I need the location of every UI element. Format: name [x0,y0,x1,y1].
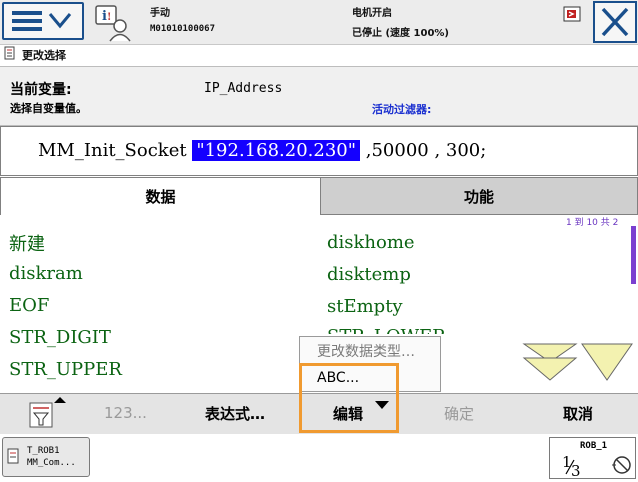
variable-info-panel [0,66,638,126]
list-item[interactable]: stEmpty [327,296,403,317]
filter-button[interactable] [24,395,74,431]
list-item[interactable]: STR_UPPER [9,359,122,380]
tab-functions[interactable]: 功能 [320,177,638,215]
main-menu-button[interactable] [2,2,84,40]
numeric-input-button[interactable]: 123... [104,404,147,422]
ok-button[interactable]: 确定 [444,403,474,424]
edit-highlight-frame [299,363,399,433]
scroll-down-button[interactable] [580,342,634,382]
selected-argument[interactable]: "192.168.20.230" [192,140,361,161]
status-flag-icon[interactable] [563,6,581,22]
hamburger-menu-icon [12,11,72,31]
user-info-icon[interactable]: i ! [94,4,136,42]
cancel-button[interactable]: 取消 [563,403,593,424]
expression-prefix: MM_Init_Socket [38,140,193,161]
program-icon [7,448,19,464]
controller-id: M01010100067 [150,24,216,34]
tab-functions-label: 功能 [463,188,494,206]
expression-line[interactable]: MM_Init_Socket "192.168.20.230" ,50000 ,… [38,140,486,161]
page-down-button[interactable] [522,342,578,382]
list-item[interactable]: STR_DIGIT [9,327,111,348]
change-selection-icon [4,46,18,62]
chevron-down-icon [581,343,633,381]
mode-label: 手动 [150,8,170,19]
fraction-slash-icon [565,459,575,475]
list-item[interactable]: 新建 [9,230,45,256]
taskbar [0,434,638,482]
robot-name: ROB_1 [580,441,608,451]
list-scrollbar[interactable] [631,226,636,284]
svg-text:!: ! [107,12,111,23]
filter-icon [29,397,66,428]
incremental-off-icon [612,456,631,474]
window-title: 更改选择 [22,49,66,62]
list-item[interactable]: diskram [9,263,83,284]
select-argument-hint: 选择自变量值。 [10,102,87,115]
list-item[interactable]: EOF [9,295,49,316]
active-filter-label: 活动过滤器: [372,103,432,116]
module-name: MM_Com... [27,458,76,468]
run-status: 已停止 (速度 100%) [352,28,449,39]
change-data-type-item[interactable]: 更改数据类型… [317,341,415,361]
expression-button[interactable]: 表达式… [205,403,265,424]
list-item[interactable]: diskhome [327,232,415,253]
robot-status-button[interactable]: ROB_1 1 3 [549,437,636,480]
task-name: T_ROB1 [27,446,60,456]
page-indicator: 1 到 10 共 2 [566,218,619,228]
tab-data-label: 数据 [145,188,176,206]
list-item[interactable]: disktemp [327,264,411,285]
task-window-button[interactable]: T_ROB1 MM_Com... [2,437,90,477]
motor-status: 电机开启 [352,8,392,19]
tab-data[interactable]: 数据 [0,177,320,215]
double-chevron-down-icon [522,343,578,381]
current-variable-label: 当前变量: [10,82,72,98]
current-variable-value: IP_Address [204,81,283,96]
close-icon [601,7,629,37]
close-button[interactable] [593,1,637,43]
expression-suffix: ,50000 , 300; [360,140,487,161]
